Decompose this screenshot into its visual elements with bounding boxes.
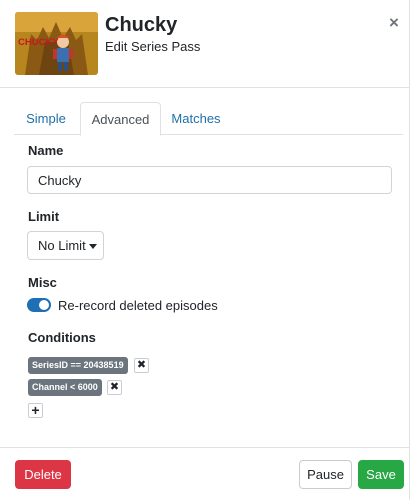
delete-button[interactable]: Delete [15, 460, 71, 489]
misc-label: Misc [28, 275, 57, 290]
remove-condition-button[interactable]: ✖ [134, 358, 149, 373]
pause-button[interactable]: Pause [299, 460, 352, 489]
series-pass-dialog: CHUCKY Chucky Edit Series Pass × Simple … [0, 0, 410, 500]
svg-text:CHUCKY: CHUCKY [18, 37, 59, 48]
close-icon[interactable]: × [389, 14, 399, 31]
tab-bar: Simple Advanced Matches [14, 102, 403, 136]
name-label: Name [28, 143, 64, 158]
series-thumbnail: CHUCKY [15, 12, 98, 75]
limit-dropdown[interactable]: No Limit [27, 231, 104, 260]
tab-advanced[interactable]: Advanced [80, 102, 161, 136]
condition-badge: SeriesID == 20438519 [28, 357, 128, 374]
conditions-label: Conditions [28, 330, 96, 345]
dialog-header: CHUCKY Chucky Edit Series Pass × [0, 0, 410, 88]
toggle-knob [39, 300, 49, 310]
tab-matches[interactable]: Matches [164, 102, 228, 135]
condition-badge: Channel < 6000 [28, 379, 102, 396]
series-title: Chucky [105, 14, 178, 36]
limit-label: Limit [28, 209, 60, 224]
limit-value: No Limit [38, 238, 86, 253]
rerecord-toggle[interactable] [27, 298, 51, 312]
rerecord-label: Re-record deleted episodes [58, 298, 218, 313]
caret-down-icon [88, 244, 97, 250]
add-condition-button[interactable]: + [28, 403, 43, 418]
save-button[interactable]: Save [358, 460, 404, 489]
remove-condition-button[interactable]: ✖ [107, 380, 122, 395]
tab-simple[interactable]: Simple [14, 102, 78, 135]
dialog-subtitle: Edit Series Pass [105, 39, 201, 54]
name-input[interactable] [27, 166, 392, 194]
